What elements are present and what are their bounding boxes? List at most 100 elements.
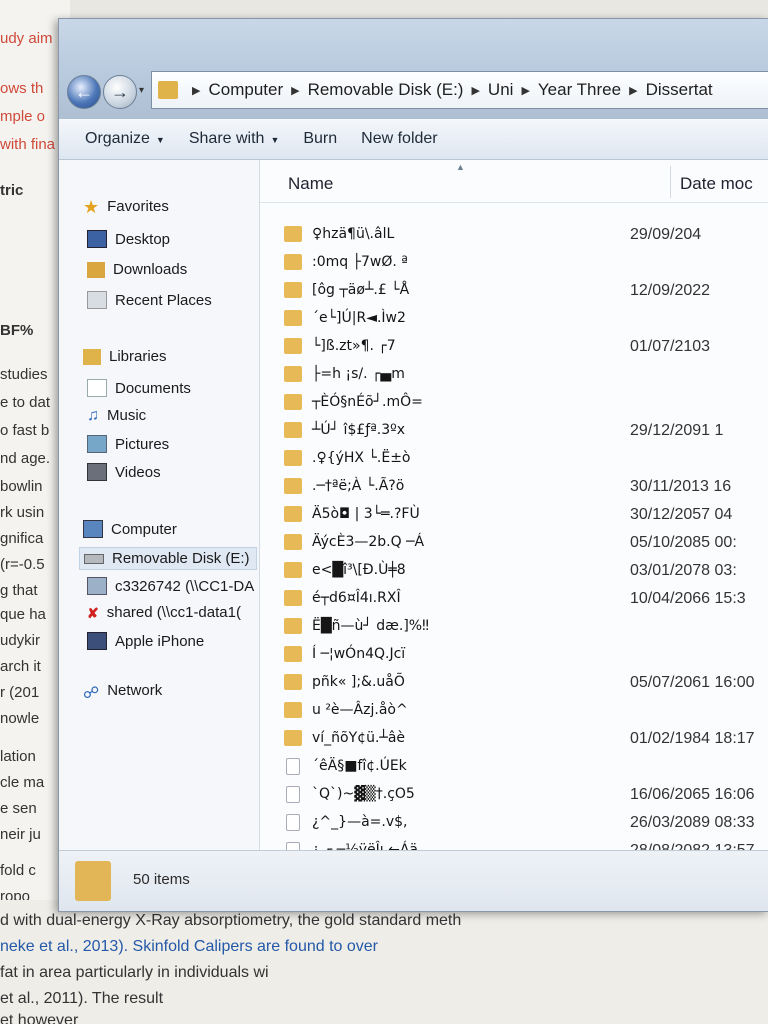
background-text-line: ows th bbox=[0, 80, 44, 97]
folder-row[interactable]: └]ß.zt»¶. ┌7 01/07/2103 bbox=[260, 334, 768, 362]
folder-icon bbox=[284, 506, 302, 522]
chevron-right-icon[interactable]: ▶ bbox=[192, 84, 200, 97]
background-text-line: neke et al., 2013). Skinfold Calipers ar… bbox=[0, 938, 378, 955]
file-name: `Q`)~▓▒†.çO5 bbox=[312, 786, 415, 802]
folder-row[interactable]: ├=h ¡s/. ┌▄m bbox=[260, 362, 768, 390]
file-row[interactable]: `Q`)~▓▒†.çO5 16/06/2065 16:06 bbox=[260, 782, 768, 810]
computer-icon bbox=[83, 520, 103, 538]
network-drive-icon bbox=[87, 577, 107, 595]
nav-videos[interactable]: Videos bbox=[87, 463, 161, 481]
organize-button[interactable]: Organize ▼ bbox=[85, 130, 165, 148]
folder-icon bbox=[284, 282, 302, 298]
share-with-button[interactable]: Share with ▼ bbox=[189, 130, 280, 148]
folder-row[interactable]: :0mq ├7wØ. ª bbox=[260, 250, 768, 278]
nav-label: Removable Disk (E:) bbox=[112, 550, 250, 567]
breadcrumb-removable-disk[interactable]: Removable Disk (E:) bbox=[308, 80, 464, 100]
folder-row[interactable]: ÄýcÈ3—2b.Q ─Á 05/10/2085 00: bbox=[260, 530, 768, 558]
libraries-icon bbox=[83, 348, 101, 365]
column-header-date-modified[interactable]: Date moc bbox=[680, 174, 753, 194]
file-name: ┴Ú┘ î$£ƒª.3ºx bbox=[312, 422, 406, 438]
date-modified: 03/01/2078 03: bbox=[630, 562, 737, 579]
file-row[interactable]: ´êÄ§■fî¢.ÚEk bbox=[260, 754, 768, 782]
nav-network-drive-shared[interactable]: ✘ shared (\\cc1-data1( bbox=[87, 604, 241, 621]
nav-removable-disk[interactable]: Removable Disk (E:) bbox=[79, 547, 257, 570]
folder-row[interactable]: Ë█ñ—ù┘ dæ.]%‼ bbox=[260, 614, 768, 642]
burn-button[interactable]: Burn bbox=[303, 130, 337, 148]
desktop-icon bbox=[87, 230, 107, 248]
background-text-line: rk usin bbox=[0, 504, 45, 521]
folder-icon bbox=[158, 81, 178, 99]
breadcrumb-uni[interactable]: Uni bbox=[488, 80, 514, 100]
file-name: ┬ÈÓ§nÉõ┘.mÔ= bbox=[312, 394, 423, 410]
date-modified: 30/12/2057 04 bbox=[630, 506, 733, 523]
breadcrumb-computer[interactable]: Computer bbox=[208, 80, 283, 100]
background-text-line: tric bbox=[0, 182, 24, 199]
nav-network[interactable]: ☍ Network bbox=[83, 682, 162, 702]
nav-recent-places[interactable]: Recent Places bbox=[87, 291, 212, 309]
nav-music[interactable]: ♫ Music bbox=[87, 407, 146, 424]
star-icon: ★ bbox=[83, 196, 100, 217]
nav-pictures[interactable]: Pictures bbox=[87, 435, 169, 453]
background-text-line: BF% bbox=[0, 322, 34, 339]
folder-row[interactable]: .♀{ýHX └.Ë±ò bbox=[260, 446, 768, 474]
background-text-line: e sen bbox=[0, 800, 37, 817]
dropdown-arrow-icon: ▼ bbox=[155, 135, 165, 145]
nav-apple-iphone[interactable]: Apple iPhone bbox=[87, 632, 204, 650]
folder-row[interactable]: é┬d6¤Î4ı.RXÎ 10/04/2066 15:3 bbox=[260, 586, 768, 614]
background-text-line: et however bbox=[0, 1012, 79, 1024]
background-text-line: fat in area particularly in individuals … bbox=[0, 964, 269, 981]
background-text-line: nowle bbox=[0, 710, 40, 727]
recent-pages-chevron-icon[interactable]: ▾ bbox=[139, 85, 144, 96]
folder-row[interactable]: [ôg ┬äø┴.£ └Å 12/09/2022 bbox=[260, 278, 768, 306]
background-text-line: studies bbox=[0, 366, 48, 383]
folder-icon bbox=[284, 310, 302, 326]
nav-libraries[interactable]: Libraries bbox=[83, 348, 167, 365]
background-text-line: lation bbox=[0, 748, 36, 765]
breadcrumb-dissertation[interactable]: Dissertat bbox=[646, 80, 713, 100]
file-name: u ²è—Âzj.åò^ bbox=[312, 702, 408, 718]
file-name: └]ß.zt»¶. ┌7 bbox=[312, 338, 396, 354]
address-bar[interactable]: ▶ Computer ▶ Removable Disk (E:) ▶ Uni ▶… bbox=[151, 71, 768, 109]
folder-row[interactable]: ♀hzä¶ü\.âlL 29/09/204 bbox=[260, 222, 768, 250]
nav-favorites[interactable]: ★ Favorites bbox=[83, 196, 169, 217]
file-row[interactable]: ¿^_}—à=.v$, 26/03/2089 08:33 bbox=[260, 810, 768, 838]
nav-documents[interactable]: Documents bbox=[87, 379, 191, 397]
nav-network-drive-c3326742[interactable]: c3326742 (\\CC1-DA bbox=[87, 577, 254, 595]
background-text-line: udy aim bbox=[0, 30, 53, 47]
file-name: ♀hzä¶ü\.âlL bbox=[312, 226, 395, 242]
chevron-right-icon[interactable]: ▶ bbox=[629, 84, 637, 97]
background-text-line: que ha bbox=[0, 606, 46, 623]
background-text-line: et al., 2011). The result bbox=[0, 990, 164, 1007]
folder-row[interactable]: Í ─¦wÓn4Q.Jcï bbox=[260, 642, 768, 670]
folder-row[interactable]: .─†ªë;À └.Ã?ö 30/11/2013 16 bbox=[260, 474, 768, 502]
folder-row[interactable]: e<█î³\[Ð.Ù╪8 03/01/2078 03: bbox=[260, 558, 768, 586]
chevron-right-icon[interactable]: ▶ bbox=[471, 84, 479, 97]
date-modified: 16/06/2065 16:06 bbox=[630, 786, 755, 803]
folder-row[interactable]: ┴Ú┘ î$£ƒª.3ºx 29/12/2091 1 bbox=[260, 418, 768, 446]
folder-row[interactable]: ví_ñõY¢ü.┴âè 01/02/1984 18:17 bbox=[260, 726, 768, 754]
breadcrumb-year-three[interactable]: Year Three bbox=[538, 80, 621, 100]
column-header-name[interactable]: Name bbox=[288, 174, 333, 194]
folder-icon bbox=[284, 226, 302, 242]
nav-desktop[interactable]: Desktop bbox=[87, 230, 170, 248]
date-modified: 01/07/2103 bbox=[630, 338, 711, 355]
background-text-line: arch it bbox=[0, 658, 41, 675]
nav-downloads[interactable]: Downloads bbox=[87, 261, 187, 278]
back-button[interactable]: ← bbox=[67, 75, 101, 109]
folder-row[interactable]: ┬ÈÓ§nÉõ┘.mÔ= bbox=[260, 390, 768, 418]
folder-row[interactable]: Ä5ò◘ | 3└═.?FÙ 30/12/2057 04 bbox=[260, 502, 768, 530]
nav-label: Desktop bbox=[115, 230, 171, 248]
new-folder-button[interactable]: New folder bbox=[361, 130, 437, 148]
date-modified: 05/07/2061 16:00 bbox=[630, 674, 755, 691]
details-pane: 50 items bbox=[59, 850, 768, 911]
forward-button[interactable]: → bbox=[103, 75, 137, 109]
folder-icon bbox=[284, 674, 302, 690]
folder-row[interactable]: pñk« ];&.uåÕ 05/07/2061 16:00 bbox=[260, 670, 768, 698]
folder-icon bbox=[284, 618, 302, 634]
folder-row[interactable]: u ²è—Âzj.åò^ bbox=[260, 698, 768, 726]
column-divider[interactable] bbox=[670, 166, 671, 198]
folder-row[interactable]: ´e└]Ú|R◄.Ìw2 bbox=[260, 306, 768, 334]
nav-computer[interactable]: Computer bbox=[83, 520, 177, 538]
chevron-right-icon[interactable]: ▶ bbox=[291, 84, 299, 97]
chevron-right-icon[interactable]: ▶ bbox=[521, 84, 529, 97]
